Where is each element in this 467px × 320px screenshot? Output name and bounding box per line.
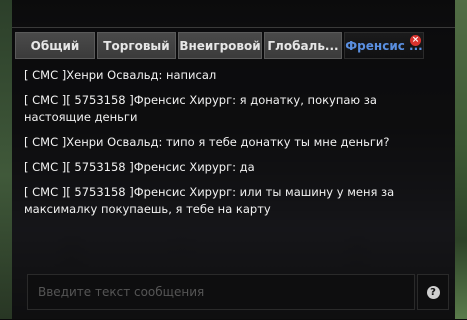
chat-tabbar: Общий Торговый Внеигровой Глобаль... Фре…: [15, 32, 450, 59]
message-input[interactable]: [28, 275, 414, 309]
tab-trade[interactable]: Торговый: [97, 32, 176, 59]
tab-ooc[interactable]: Внеигровой: [178, 32, 262, 59]
tab-label: Глобаль...: [267, 39, 339, 53]
tab-private-francis[interactable]: Френсис ... ×: [344, 32, 424, 59]
tab-label: Торговый: [103, 39, 170, 53]
message-input-container: [27, 274, 415, 310]
chat-message: [ СМС ][ 5753158 ]Френсис Хирург: я дона…: [24, 93, 377, 124]
help-icon: ?: [426, 285, 440, 299]
chat-message: [ СМС ][ 5753158 ]Френсис Хирург: или ты…: [24, 185, 395, 216]
background-scenery-right: [455, 0, 467, 319]
close-icon[interactable]: ×: [410, 35, 421, 46]
chat-window: Общий Торговый Внеигровой Глобаль... Фре…: [12, 27, 455, 320]
help-button[interactable]: ?: [417, 274, 449, 310]
chat-message: [ СМС ]Хенри Освальд: типо я тебе донатк…: [24, 135, 390, 149]
tab-general[interactable]: Общий: [15, 32, 95, 59]
message-list: [ СМС ]Хенри Освальд: написал [ СМС ][ 5…: [24, 67, 434, 226]
tab-global[interactable]: Глобаль...: [264, 32, 342, 59]
tab-label: Внеигровой: [179, 39, 261, 53]
background-scenery-left: [0, 0, 12, 319]
chat-message: [ СМС ]Хенри Освальд: написал: [24, 68, 217, 82]
chat-message: [ СМС ][ 5753158 ]Френсис Хирург: да: [24, 160, 255, 174]
tab-label: Общий: [30, 39, 80, 53]
